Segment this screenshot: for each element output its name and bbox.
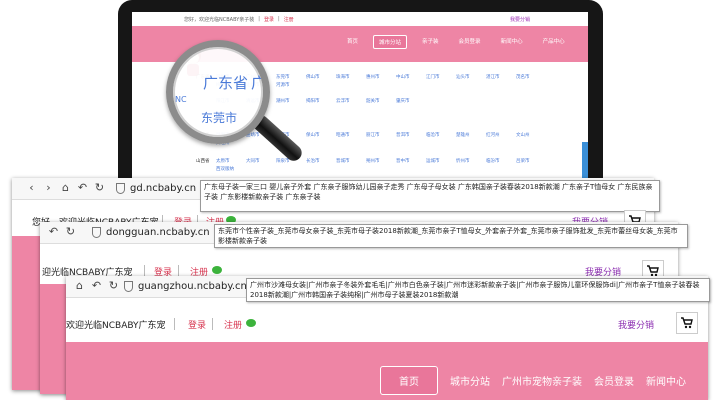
nav-city-station[interactable]: 城市分站 xyxy=(450,373,490,388)
refresh-icon[interactable]: ↻ xyxy=(65,225,76,238)
laptop-register-link[interactable]: 注册 xyxy=(284,16,294,23)
city-link[interactable]: 江门市 xyxy=(426,74,446,80)
keywords-tooltip: 广州市沙滩母女装|广州市亲子冬装外套毛毛|广州市白色亲子装|广州市迷彩新款亲子装… xyxy=(246,278,710,302)
address-bar-url[interactable]: guangzhou.ncbaby.cn xyxy=(138,281,247,292)
city-link[interactable]: 红河州 xyxy=(486,132,506,138)
wechat-icon[interactable] xyxy=(246,319,256,327)
city-link[interactable]: 湛江市 xyxy=(486,74,506,80)
main-nav: 首页 城市分站 广州市宠物亲子装 会员登录 新闻中心 xyxy=(380,366,686,395)
laptop-nav-city[interactable]: 城市分站 xyxy=(373,35,408,49)
city-link[interactable]: 河源市 xyxy=(276,82,296,88)
laptop-nav-items: 首页 城市分站 亲子装 会员登录 新闻中心 产品中心 xyxy=(342,35,570,49)
register-link[interactable]: 注册 xyxy=(224,318,242,331)
keywords-tooltip: 广东母子装一家三口 婴儿亲子外套 广东亲子服饰幼儿园亲子走秀 广东母子母女装 广… xyxy=(200,180,660,212)
laptop-nav-home[interactable]: 首页 xyxy=(342,35,363,49)
city-link[interactable]: 韶关市 xyxy=(366,98,386,104)
city-link[interactable]: 忻州市 xyxy=(456,158,476,164)
city-link[interactable]: 吕梁市 xyxy=(516,158,536,164)
city-link[interactable]: 临汾市 xyxy=(486,158,506,164)
city-link[interactable]: 珠海市 xyxy=(336,74,356,80)
home-icon[interactable]: ⌂ xyxy=(74,279,85,292)
city-link[interactable]: 茂名市 xyxy=(516,74,536,80)
laptop-nav-family[interactable]: 亲子装 xyxy=(417,35,444,49)
back-arrow-icon[interactable]: ‹ xyxy=(26,181,37,194)
city-link[interactable]: 长治市 xyxy=(306,158,326,164)
browser-nav-buttons: ‹ › ⌂ ↶ ↻ xyxy=(26,181,105,194)
cart-icon xyxy=(681,317,693,329)
city-link[interactable]: 丽江市 xyxy=(366,132,386,138)
city-link[interactable]: 肇庆市 xyxy=(396,98,416,104)
city-link[interactable]: 晋中市 xyxy=(396,158,416,164)
laptop-nav-member[interactable]: 会员登录 xyxy=(454,35,486,49)
cart-button[interactable] xyxy=(676,312,698,334)
refresh-icon[interactable]: ↻ xyxy=(94,181,105,194)
laptop-sell-link[interactable]: 我要分销 xyxy=(510,16,530,23)
laptop-welcome: 您好，欢迎光临NCBABY亲子装 xyxy=(184,16,255,23)
city-link[interactable]: 潮州市 xyxy=(276,98,296,104)
laptop-nav-products[interactable]: 产品中心 xyxy=(538,35,570,49)
city-link[interactable]: 昭通市 xyxy=(336,132,356,138)
laptop-row-head-shanxi: 山西省 xyxy=(196,159,210,164)
laptop-login-link[interactable]: 登录 xyxy=(264,16,274,23)
undo-icon[interactable]: ↶ xyxy=(91,279,102,292)
login-link[interactable]: 登录 xyxy=(188,318,206,331)
nav-home[interactable]: 首页 xyxy=(380,366,438,395)
magnified-city: 东莞市 xyxy=(201,111,238,125)
laptop-city-row: 太原市 大同市 阳泉市 长治市 晋城市 朔州市 晋中市 运城市 忻州市 临汾市 吕梁市 西双版纳 xyxy=(216,158,556,172)
address-bar-url[interactable]: gd.ncbaby.cn xyxy=(130,183,196,194)
laptop-nav-news[interactable]: 新闻中心 xyxy=(496,35,528,49)
city-link[interactable]: 临沧市 xyxy=(426,132,446,138)
city-link[interactable]: 惠州市 xyxy=(366,74,386,80)
city-link[interactable]: 太原市 xyxy=(216,158,236,164)
city-link[interactable]: 楚雄州 xyxy=(456,132,476,138)
city-link[interactable]: 保山市 xyxy=(306,132,326,138)
home-icon[interactable]: ⌂ xyxy=(60,181,71,194)
address-bar-url[interactable]: dongguan.ncbaby.cn xyxy=(106,227,210,238)
divider xyxy=(174,318,175,330)
city-link[interactable]: 大同市 xyxy=(246,158,266,164)
city-link[interactable]: 汕头市 xyxy=(456,74,476,80)
magnifier-icon: NC 广东省 广 东莞市 xyxy=(166,40,270,144)
browser-window-guangzhou: ⌂ ↶ ↻ guangzhou.ncbaby.cn 广州市沙滩母女装|广州市亲子… xyxy=(66,276,710,400)
undo-icon[interactable]: ↶ xyxy=(77,181,88,194)
keywords-tooltip: 东莞市个性亲子装_东莞市母女亲子装_东莞市母子装2018新款潮_东莞市亲子T恤母… xyxy=(214,224,688,248)
city-link[interactable]: 文山州 xyxy=(516,132,536,138)
side-float-tab[interactable] xyxy=(582,142,588,178)
divider xyxy=(212,318,213,330)
shield-icon xyxy=(92,227,101,238)
undo-icon[interactable]: ↶ xyxy=(48,225,59,238)
city-link[interactable]: 朔州市 xyxy=(366,158,386,164)
wechat-icon[interactable] xyxy=(212,266,222,274)
city-link[interactable]: 东莞市 xyxy=(276,74,296,80)
nav-pet-family[interactable]: 广州市宠物亲子装 xyxy=(502,373,582,388)
city-link[interactable]: 揭阳市 xyxy=(306,98,326,104)
forward-arrow-icon[interactable]: › xyxy=(43,181,54,194)
city-link[interactable]: 云浮市 xyxy=(336,98,356,104)
browser-nav-buttons: ⌂ ↶ ↻ xyxy=(74,279,119,292)
magnified-prefix: NC xyxy=(175,95,187,104)
browser-nav-buttons: ↶ ↻ xyxy=(48,225,76,238)
city-link[interactable]: 运城市 xyxy=(426,158,446,164)
city-link[interactable]: 普洱市 xyxy=(396,132,416,138)
laptop-topbar: 您好，欢迎光临NCBABY亲子装 | 登录 | 注册 我要分销 xyxy=(184,16,530,23)
nav-news[interactable]: 新闻中心 xyxy=(646,373,686,388)
welcome-text: 欢迎光临NCBABY广东宠 xyxy=(66,321,166,331)
shield-icon xyxy=(124,281,133,292)
refresh-icon[interactable]: ↻ xyxy=(108,279,119,292)
magnified-partial: 广 xyxy=(251,74,267,92)
city-link[interactable]: 晋城市 xyxy=(336,158,356,164)
city-link[interactable]: 中山市 xyxy=(396,74,416,80)
city-link[interactable]: 佛山市 xyxy=(306,74,326,80)
magnified-province: 广东省 xyxy=(203,74,249,92)
shield-icon xyxy=(116,183,125,194)
promo-stage: 您好，欢迎光临NCBABY亲子装 | 登录 | 注册 我要分销 首页 城市分站 … xyxy=(0,0,715,400)
nav-member-login[interactable]: 会员登录 xyxy=(594,373,634,388)
city-link[interactable]: 西双版纳 xyxy=(216,166,236,172)
sell-link[interactable]: 我要分销 xyxy=(618,318,654,331)
